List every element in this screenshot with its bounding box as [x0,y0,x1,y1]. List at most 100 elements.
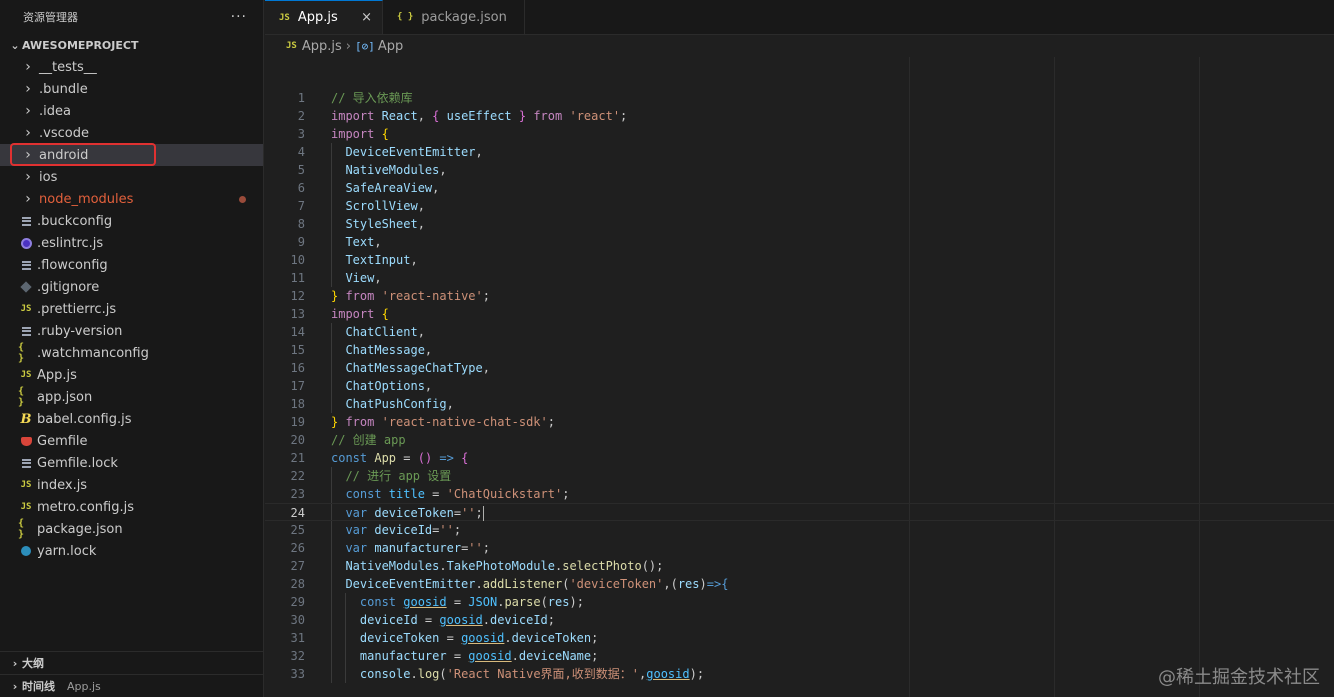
tree-item-index-js[interactable]: JS index.js [0,474,263,496]
code-line: 30 deviceId = goosid.deviceId; [265,611,1334,629]
json-icon: { } [397,12,414,22]
code-line: 20 // 创建 app [265,431,1334,449]
breadcrumb-symbol[interactable]: App [378,39,403,54]
line-number: 22 [290,469,305,483]
symbol-icon: [⊘] [354,39,375,53]
code-text: StyleSheet, [331,215,425,233]
editor-tabbar: JS App.js × { } package.json [265,0,1334,35]
tree-item-label: .ruby-version [37,323,123,339]
code-token: '' [439,523,454,537]
code-line: 14 ChatClient, [265,323,1334,341]
tree-item-metro-config-js[interactable]: JS metro.config.js [0,496,263,518]
code-token: . [475,577,483,591]
code-token: const [331,487,389,501]
tree-item-ruby-version[interactable]: .ruby-version [0,320,263,342]
code-token: var [331,541,375,555]
code-token: ); [689,667,705,681]
code-text: ChatMessageChatType, [331,359,490,377]
tree-item-app-js[interactable]: JS App.js [0,364,263,386]
code-token: deviceToken [511,631,592,645]
code-line: 16 ChatMessageChatType, [265,359,1334,377]
line-number: 9 [297,235,305,249]
tree-item-node-modules[interactable]: › node_modules [0,188,263,210]
code-token: 'ChatQuickstart' [446,487,563,501]
tree-item-watchmanconfig[interactable]: { } .watchmanconfig [0,342,263,364]
tree-item-babel-config-js[interactable]: Bbabel.config.js [0,408,263,430]
tab-package-json[interactable]: { } package.json [383,0,525,34]
code-token: React [381,109,418,123]
code-token: () [417,451,433,465]
code-line: 24 var deviceToken=''; [265,503,1334,521]
timeline-section[interactable]: › 时间线 App.js [0,674,263,697]
code-editor[interactable]: 1 // 导入依赖库 2 import React, { useEffect } fr… [265,57,1334,697]
lines-icon [18,455,34,471]
tree-item-gemfile-lock[interactable]: Gemfile.lock [0,452,263,474]
code-token: from [338,415,382,429]
code-token: . [511,649,519,663]
tree-item-app-json[interactable]: { } app.json [0,386,263,408]
tree-item-tests[interactable]: › __tests__ [0,56,263,78]
code-text: View, [331,269,381,287]
tab-label: App.js [297,10,338,25]
tree-item-bundle[interactable]: › .bundle [0,78,263,100]
chevron-right-icon: › [12,679,18,693]
json-icon-glyph: { } [18,342,25,364]
breadcrumb-file[interactable]: App.js [302,39,342,54]
project-root[interactable]: ⌄ AWESOMEPROJECT [0,34,263,56]
more-actions-icon[interactable]: ··· [231,9,247,25]
tree-item-eslintrc-js[interactable]: .eslintrc.js [0,232,263,254]
code-token: import [331,109,382,123]
tab-app-js[interactable]: JS App.js × [265,0,383,34]
close-icon[interactable]: × [361,10,372,25]
js-icon: JS [279,12,290,23]
code-text: ChatMessage, [331,341,432,359]
code-token: Text [331,235,375,249]
code-line: 5 NativeModules, [265,161,1334,179]
yarn-icon-glyph [21,546,31,556]
outline-section[interactable]: › 大纲 [0,651,263,674]
code-line: 13 import { [265,305,1334,323]
code-token: // 创建 app [331,433,406,447]
code-token: deviceToken [331,631,440,645]
tree-item-label: app.json [37,389,93,405]
code-token: goosid [403,595,447,609]
code-text: import { [331,305,389,323]
line-number: 12 [290,289,305,303]
code-token: , [417,325,425,339]
line-number: 27 [290,559,305,573]
line-number: 32 [290,649,305,663]
tree-item-ios[interactable]: › ios [0,166,263,188]
json-icon-glyph: { } [18,518,25,540]
modified-dot-icon [239,196,246,203]
tree-item-package-json[interactable]: { } package.json [0,518,263,540]
code-token: var [331,506,375,520]
tree-item-android[interactable]: › android [0,144,263,166]
line-number: 13 [290,307,305,321]
tree-item-yarn-lock[interactable]: yarn.lock [0,540,263,562]
tree-item-gitignore[interactable]: .gitignore [0,276,263,298]
code-text: NativeModules.TakePhotoModule.selectPhot… [331,557,663,575]
text-cursor [482,506,484,521]
code-token: from [338,289,382,303]
tree-item-label: ios [39,169,58,185]
tree-item-label: .idea [39,103,71,119]
tree-item-vscode[interactable]: › .vscode [0,122,263,144]
line-number: 28 [290,577,305,591]
line-number: 25 [290,523,305,537]
tree-item-flowconfig[interactable]: .flowconfig [0,254,263,276]
code-token: ChatPushConfig [331,397,447,411]
lines-icon [18,257,34,273]
code-token: = [446,595,469,609]
code-token: 'React Native界面,收到数据：' [446,667,640,681]
lines-icon [18,213,34,229]
tree-item-buckconfig[interactable]: .buckconfig [0,210,263,232]
code-token: const [331,451,375,465]
explorer-header: 资源管理器 ··· [0,0,263,34]
code-token: manufacturer [374,541,462,555]
tree-item-label: index.js [37,477,88,493]
code-text: } from 'react-native-chat-sdk'; [331,413,555,431]
tree-item-idea[interactable]: › .idea [0,100,263,122]
tree-item-prettierrc-js[interactable]: JS .prettierrc.js [0,298,263,320]
lines-icon [18,323,34,339]
tree-item-gemfile[interactable]: Gemfile [0,430,263,452]
